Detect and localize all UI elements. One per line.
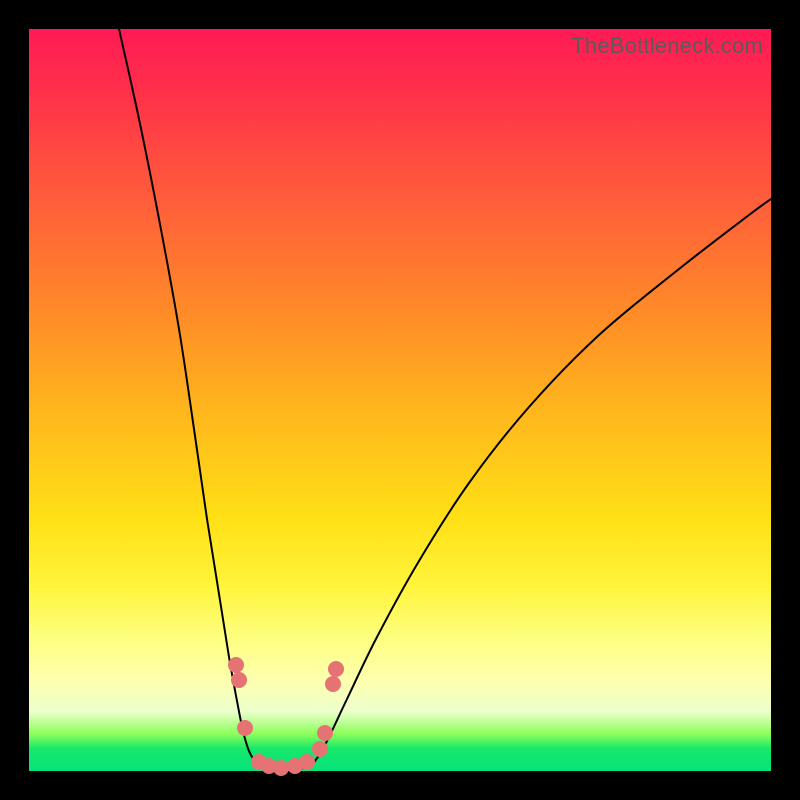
bottleneck-curve <box>119 29 771 770</box>
curve-layer <box>29 29 771 771</box>
trough-dot <box>325 676 341 692</box>
trough-dot <box>299 754 315 770</box>
trough-dot <box>312 741 328 757</box>
trough-dot <box>273 760 289 776</box>
trough-dot <box>328 661 344 677</box>
trough-dot <box>237 720 253 736</box>
trough-dot <box>231 672 247 688</box>
trough-dots <box>228 657 344 776</box>
chart-frame: TheBottleneck.com <box>0 0 800 800</box>
plot-area: TheBottleneck.com <box>29 29 771 771</box>
trough-dot <box>228 657 244 673</box>
trough-dot <box>317 725 333 741</box>
